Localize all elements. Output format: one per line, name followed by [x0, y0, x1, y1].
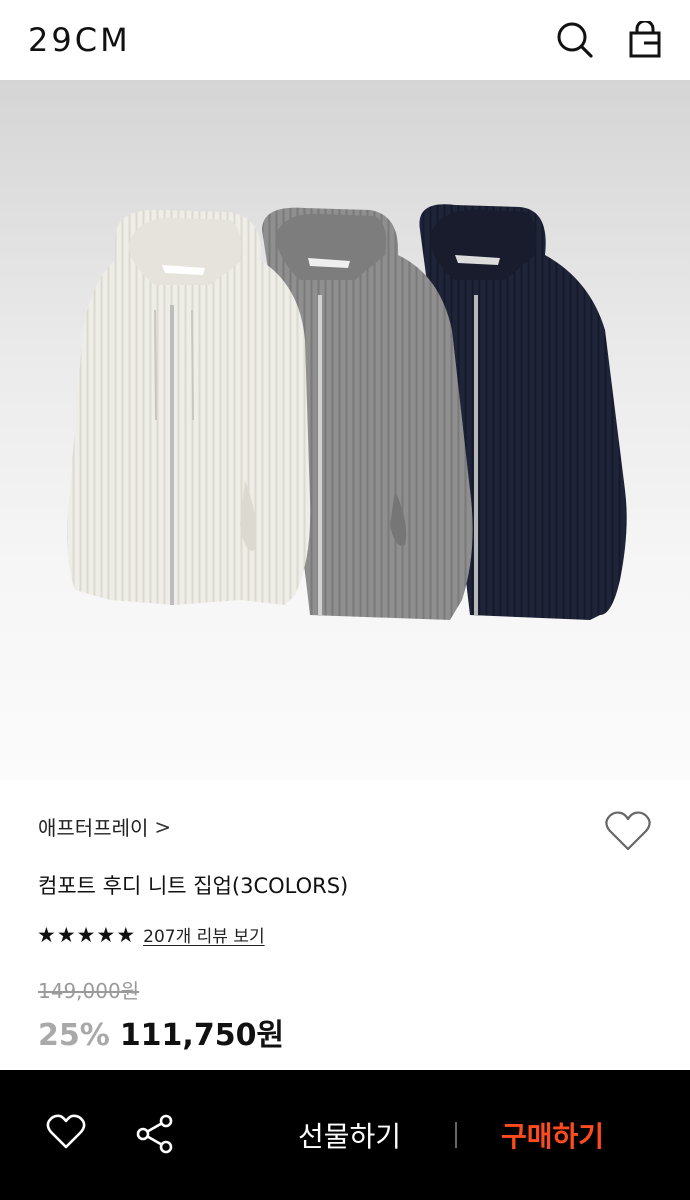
star-icon: ★	[56, 922, 76, 947]
brand-link[interactable]: 애프터프레이 >	[38, 812, 171, 841]
rating-row: ★ ★ ★ ★ ★ 207개 리뷰 보기	[37, 922, 265, 948]
header-icons	[556, 21, 662, 59]
bottom-action-bar: 선물하기 구매하기	[0, 1070, 690, 1200]
sale-price: 111,750원	[119, 1018, 285, 1053]
divider	[455, 1122, 457, 1148]
product-image[interactable]	[0, 80, 690, 780]
share-icon[interactable]	[136, 1114, 174, 1158]
logo[interactable]: 29CM	[28, 21, 131, 59]
discount-rate: 25%	[38, 1018, 110, 1053]
star-icon: ★	[37, 922, 56, 947]
heart-icon[interactable]	[46, 1114, 86, 1154]
gift-button[interactable]: 선물하기	[298, 1115, 401, 1155]
star-icon: ★	[96, 922, 116, 947]
review-link[interactable]: 207개 리뷰 보기	[143, 922, 264, 947]
brand-name: 애프터프레이	[38, 816, 149, 840]
original-price: 149,000원	[38, 979, 140, 1003]
star-rating: ★ ★ ★ ★ ★	[37, 923, 135, 947]
star-icon: ★	[76, 922, 96, 947]
product-title: 컴포트 후디 니트 집업(3COLORS)	[38, 874, 349, 898]
top-header: 29CM	[0, 0, 690, 80]
bag-icon[interactable]	[628, 21, 662, 59]
star-icon: ★	[116, 922, 136, 947]
search-icon[interactable]	[556, 21, 594, 59]
hoodies-illustration	[66, 204, 627, 620]
chevron-right-icon: >	[154, 814, 172, 839]
price-row: 25% 111,750원	[38, 1010, 284, 1054]
buy-button[interactable]: 구매하기	[501, 1115, 604, 1155]
heart-icon[interactable]	[604, 810, 652, 856]
